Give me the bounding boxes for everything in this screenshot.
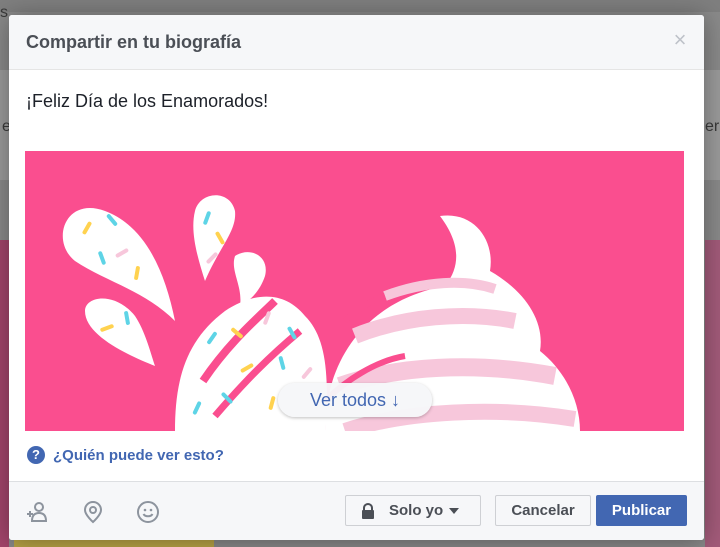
audience-selector-button[interactable]: Solo yo xyxy=(345,495,481,526)
post-text: ¡Feliz Día de los Enamorados! xyxy=(26,91,269,111)
lock-icon xyxy=(361,502,375,519)
background-left-card xyxy=(0,240,9,547)
audience-help-link[interactable]: ? ¿Quién puede ver esto? xyxy=(27,445,224,465)
feeling-smiley-icon[interactable] xyxy=(136,500,160,524)
dialog-footer: Solo yo Cancelar Publicar xyxy=(9,481,704,540)
background-text-fragment: eri xyxy=(705,118,720,135)
tag-friends-icon[interactable] xyxy=(25,500,49,524)
question-circle-icon: ? xyxy=(27,446,45,464)
location-pin-icon[interactable] xyxy=(81,500,105,524)
close-button[interactable]: × xyxy=(671,29,689,51)
background-topbar xyxy=(0,0,720,12)
publish-button[interactable]: Publicar xyxy=(596,495,687,526)
background-right-card xyxy=(705,240,720,547)
close-icon: × xyxy=(673,27,687,52)
post-media-image: Ver todos ↓ xyxy=(25,151,684,431)
share-dialog: Compartir en tu biografía × ¡Feliz Día d… xyxy=(9,15,704,540)
audience-label: Solo yo xyxy=(389,502,444,519)
dialog-header: Compartir en tu biografía × xyxy=(9,15,704,70)
chevron-down-icon xyxy=(449,507,460,514)
cancel-button[interactable]: Cancelar xyxy=(495,495,591,526)
see-all-button[interactable]: Ver todos ↓ xyxy=(278,383,432,417)
audience-help-label: ¿Quién puede ver esto? xyxy=(53,446,224,464)
background-text-fragment: s xyxy=(0,4,8,21)
dialog-title: Compartir en tu biografía xyxy=(26,32,242,52)
